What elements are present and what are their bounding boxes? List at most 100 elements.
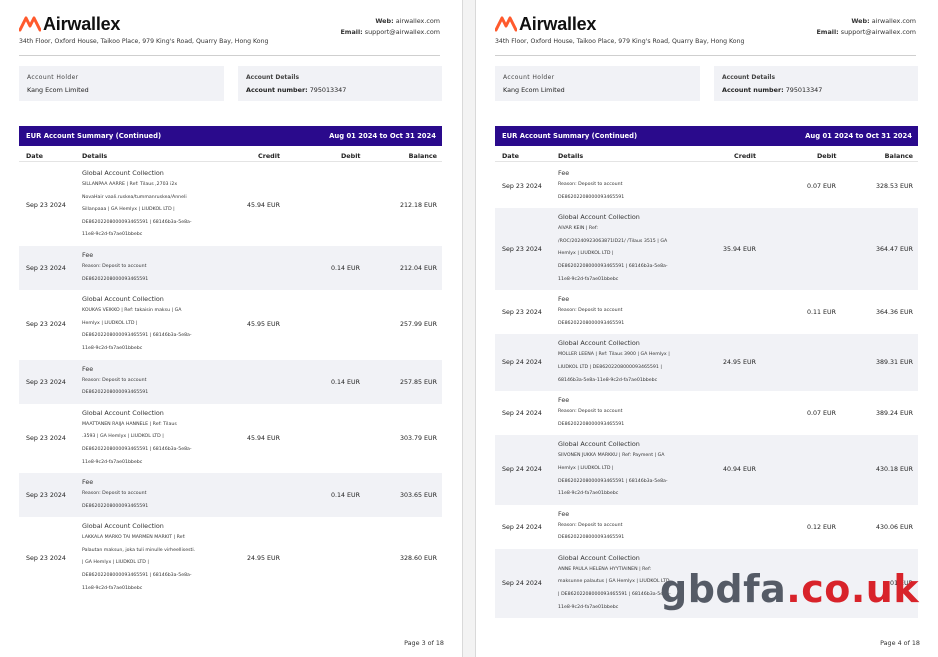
transaction-detail-line: DE86202208000093465591 | 68146b3a-5e8a- — [82, 446, 192, 452]
email-label: Email: — [340, 27, 363, 36]
col-debit: Debit — [817, 152, 837, 160]
company-address: 34th Floor, Oxford House, Taikoo Place, … — [19, 38, 269, 45]
account-holder-box: Account Holder Kang Ecom Limited — [19, 66, 224, 101]
table-column-headers: Date Details Credit Debit Balance — [495, 151, 918, 162]
col-credit: Credit — [734, 152, 756, 160]
transaction-row: Global Account Collection MAATTANEN RAIJA… — [19, 404, 442, 473]
transaction-detail-line: SIIVONEN JUKKA MARKKU | Ref: Payment | G… — [558, 453, 665, 459]
transaction-detail-line: Reason: Deposit to account — [82, 263, 147, 269]
transaction-type: Fee — [558, 169, 570, 177]
account-number-line: Account number: 795013347 — [722, 86, 910, 94]
transaction-detail-line: DE86202208000093465591 — [558, 421, 625, 427]
account-number-value: 795013347 — [309, 86, 347, 94]
transaction-detail-line: 11e8-9c2d-fa7ae01bbebc — [82, 585, 143, 591]
web-link[interactable]: airwallex.com — [396, 17, 440, 25]
transaction-details: Fee Reason: Deposit to account DE862022080… — [82, 246, 242, 290]
transaction-balance: 257.99 EUR — [400, 321, 437, 329]
transaction-details: Global Account Collection KOUKAS VEIKKO |… — [82, 290, 242, 359]
transaction-balance: 389.24 EUR — [876, 410, 913, 418]
brand-name: Airwallex — [43, 14, 121, 34]
transaction-detail-line: Reason: Deposit to account — [558, 308, 623, 314]
summary-header-bar: EUR Account Summary (Continued) Aug 01 2… — [19, 126, 442, 146]
statement-page-4: Airwallex 34th Floor, Oxford House, Taik… — [476, 0, 938, 657]
transaction-detail-line: 68146b3a-5e8a-11e8-9c2d-fa7ae01bbebc — [558, 377, 658, 383]
web-link[interactable]: airwallex.com — [872, 17, 916, 25]
transaction-details: Fee Reason: Deposit to account DE862022080… — [558, 290, 718, 334]
transaction-detail-line: | GA Hemlyx | LIUDKOL LTD | — [82, 560, 149, 566]
transaction-type: Global Account Collection — [558, 339, 640, 348]
transaction-detail-line: Reason: Deposit to account — [558, 522, 623, 528]
transactions-table: Fee Reason: Deposit to account DE862022080… — [495, 164, 918, 619]
transaction-details: Global Account Collection AIVAR KEIN | Re… — [558, 208, 718, 290]
transaction-date: Sep 24 2024 — [502, 579, 542, 587]
web-label: Web: — [375, 17, 394, 25]
transaction-date: Sep 23 2024 — [26, 434, 66, 442]
transaction-detail-line: 11e8-9c2d-fa7ae01bbebc — [558, 276, 619, 282]
transaction-date: Sep 23 2024 — [26, 492, 66, 500]
transaction-date: Sep 23 2024 — [502, 183, 542, 190]
account-holder-value: Kang Ecom Limited — [27, 86, 89, 94]
transaction-type: Global Account Collection — [558, 440, 640, 449]
transaction-date: Sep 24 2024 — [502, 466, 542, 474]
transaction-detail-line: 11e8-9c2d-fa7ae01bbebc — [82, 459, 143, 465]
transaction-detail-line: Hemlyx | LIUDKOL LTD | — [82, 320, 138, 326]
transaction-date: Sep 24 2024 — [502, 410, 542, 418]
summary-period: Aug 01 2024 to Oct 31 2024 — [329, 132, 436, 140]
transaction-row: Global Account Collection MOLLER LEENA | … — [495, 334, 918, 392]
transaction-details: Fee Reason: Deposit to account DE862022080… — [558, 391, 718, 435]
transaction-detail-line: Palautan maksun, joka tuli minulle virhe… — [82, 547, 196, 553]
transaction-balance: 257.85 EUR — [400, 378, 437, 386]
transaction-debit: 0.14 EUR — [331, 264, 360, 272]
transaction-type: Fee — [82, 478, 94, 487]
transaction-date: Sep 23 2024 — [502, 246, 542, 254]
summary-title: EUR Account Summary (Continued) — [26, 132, 162, 140]
transaction-balance: 389.31 EUR — [876, 359, 913, 367]
account-number-line: Account number: 795013347 — [246, 86, 434, 94]
transaction-detail-line: Reason: Deposit to account — [82, 491, 147, 497]
transaction-details: Global Account Collection MOLLER LEENA | … — [558, 334, 718, 391]
transaction-balance: 303.65 EUR — [400, 492, 437, 500]
transaction-date: Sep 23 2024 — [502, 309, 542, 317]
transaction-date: Sep 24 2024 — [502, 359, 542, 367]
account-holder-label: Account Holder — [503, 74, 555, 81]
transaction-row: Global Account Collection SIIVONEN JUKKA … — [495, 435, 918, 505]
transaction-detail-line: AIVAR KEIN | Ref: — [558, 226, 598, 232]
col-balance: Balance — [884, 152, 913, 160]
transaction-type: Fee — [558, 295, 570, 304]
col-balance: Balance — [408, 152, 437, 160]
transaction-detail-line: Reason: Deposit to account — [558, 409, 623, 415]
transaction-details: Global Account Collection SIIVONEN JUKKA … — [558, 435, 718, 504]
transaction-detail-line: Sillanpaaa | GA Hemlyx | LIUDKOL LTD | — [82, 207, 175, 213]
transaction-credit: 45.94 EUR — [247, 202, 280, 209]
transaction-detail-line: LAKKALA MARKO TAI MARMEN MARKIT | Ref: — [82, 535, 186, 541]
summary-header-bar: EUR Account Summary (Continued) Aug 01 2… — [495, 126, 918, 146]
email-link[interactable]: support@airwallex.com — [841, 28, 916, 36]
transaction-detail-line: MOLLER LEENA | Ref: Tilaus 3900 | GA Hem… — [558, 352, 670, 358]
account-number-label: Account number: — [246, 86, 308, 94]
airwallex-logo-icon — [495, 16, 517, 32]
transaction-detail-line: DE86202208000093465591 | 68146b3a-5e8a- — [82, 333, 192, 339]
transaction-detail-line: DE86202208000093465591 | 68146b3a-5e8a- — [558, 263, 668, 269]
transaction-detail-line: LIUDKOL LTD | DE86202208000093465591 | — [558, 364, 662, 370]
transaction-balance: 364.36 EUR — [876, 309, 913, 317]
airwallex-logo-icon — [19, 16, 41, 32]
transaction-balance: 212.18 EUR — [400, 202, 437, 209]
transaction-date: Sep 23 2024 — [26, 264, 66, 272]
transaction-detail-line: DE86202208000093465591 | 68146b3a-5e8a- — [558, 478, 668, 484]
transaction-debit: 0.11 EUR — [807, 309, 836, 317]
transaction-debit: 0.07 EUR — [807, 183, 836, 190]
email-link[interactable]: support@airwallex.com — [365, 28, 440, 36]
transaction-balance: 303.79 EUR — [400, 434, 437, 442]
transaction-detail-line: DE86202208000093465591 — [558, 320, 625, 326]
transaction-balance: 328.60 EUR — [400, 555, 437, 563]
transaction-type: Global Account Collection — [82, 522, 164, 531]
transaction-detail-line: .3593 | GA Hemlyx | LIUDKOL LTD | — [82, 434, 164, 440]
transaction-detail-line: DE86202208000093465591 | 68146b3a-5e8a- — [82, 573, 192, 579]
brand-name: Airwallex — [519, 14, 597, 34]
table-column-headers: Date Details Credit Debit Balance — [19, 151, 442, 162]
transaction-type: Global Account Collection — [82, 295, 164, 304]
account-holder-box: Account Holder Kang Ecom Limited — [495, 66, 700, 101]
transaction-type: Global Account Collection — [558, 553, 640, 562]
col-details: Details — [82, 152, 108, 160]
watermark: gbdfa.co.uk — [660, 566, 919, 612]
